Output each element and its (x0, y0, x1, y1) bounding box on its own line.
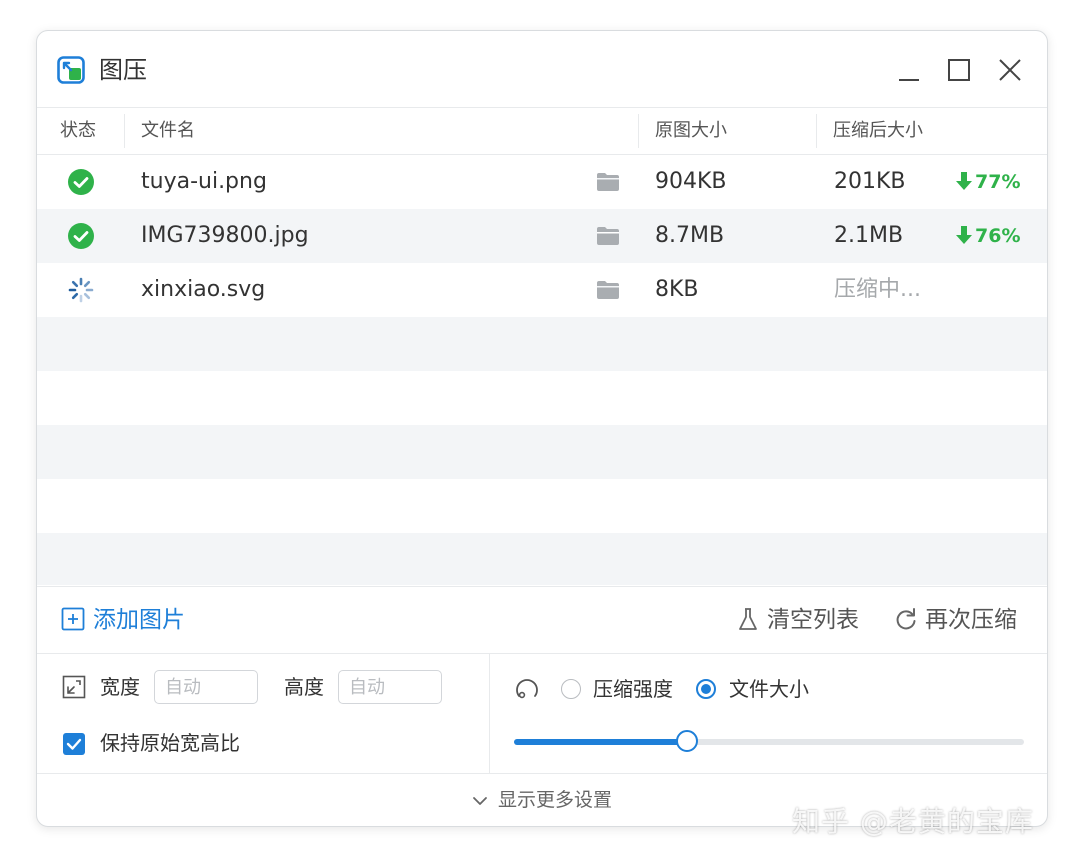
open-folder-icon[interactable] (596, 280, 620, 300)
empty-row (37, 317, 1047, 371)
table-header: 状态 文件名 原图大小 压缩后大小 (37, 108, 1047, 155)
column-divider (638, 114, 639, 148)
empty-row (37, 371, 1047, 425)
saving-indicator: 76% (955, 209, 1020, 263)
file-name: xinxiao.svg (141, 277, 266, 302)
title-bar: 图压 (37, 31, 1047, 108)
compression-slider[interactable] (514, 730, 1024, 752)
resize-icon (62, 675, 86, 703)
clear-list-label: 清空列表 (767, 607, 859, 633)
add-images-button[interactable]: 添加图片 (61, 603, 185, 637)
saving-indicator: 77% (955, 155, 1020, 209)
saving-percent: 77% (975, 171, 1021, 193)
mode-radio-filesize[interactable] (696, 679, 716, 699)
loading-spinner-icon (67, 276, 95, 304)
height-label: 高度 (284, 675, 324, 699)
recompress-label: 再次压缩 (925, 607, 1017, 633)
empty-row (37, 533, 1047, 585)
maximize-button[interactable] (942, 53, 976, 87)
action-bar: 添加图片 清空列表 再次压缩 (37, 586, 1047, 654)
add-images-label: 添加图片 (93, 607, 185, 633)
chevron-down-icon (473, 797, 487, 805)
open-folder-icon[interactable] (596, 226, 620, 246)
minimize-icon (899, 79, 919, 81)
original-size: 904KB (655, 169, 727, 194)
add-square-icon (61, 607, 85, 631)
file-name: IMG739800.jpg (141, 223, 309, 248)
recompress-button[interactable]: 再次压缩 (895, 603, 1017, 637)
original-size: 8.7MB (655, 223, 725, 248)
width-input[interactable] (154, 670, 258, 704)
column-header-status: 状态 (60, 120, 96, 141)
compressed-size: 201KB (834, 169, 906, 194)
column-divider (816, 114, 817, 148)
close-button[interactable] (993, 53, 1027, 87)
watermark: 知乎 @老黄的宝库 (792, 805, 1034, 838)
mode-label-filesize: 文件大小 (729, 677, 809, 701)
column-header-original-size: 原图大小 (655, 120, 727, 141)
close-icon (999, 59, 1021, 81)
table-row[interactable]: xinxiao.svg 8KB 压缩中... (37, 263, 1047, 317)
app-title: 图压 (99, 56, 147, 84)
original-size: 8KB (655, 277, 699, 302)
compressing-status: 压缩中... (834, 277, 921, 302)
app-logo-icon (57, 56, 85, 84)
panel-divider (489, 653, 490, 773)
success-check-icon (67, 168, 95, 196)
maximize-icon (948, 59, 970, 81)
broom-icon (739, 608, 757, 630)
empty-row (37, 479, 1047, 533)
checkmark-icon (66, 738, 82, 750)
minimize-button[interactable] (892, 53, 926, 87)
column-header-compressed-size: 压缩后大小 (833, 120, 923, 141)
compressed-size: 2.1MB (834, 223, 904, 248)
column-divider (124, 114, 125, 148)
file-list: tuya-ui.png 904KB 201KB 77% IMG739800.jp… (37, 155, 1047, 585)
open-folder-icon[interactable] (596, 172, 620, 192)
table-row[interactable]: tuya-ui.png 904KB 201KB 77% (37, 155, 1047, 209)
success-check-icon (67, 222, 95, 250)
settings-panel: 宽度 高度 保持原始宽高比 压缩强度 文件大小 (37, 653, 1047, 774)
slider-thumb[interactable] (676, 730, 699, 752)
keep-ratio-label: 保持原始宽高比 (100, 731, 240, 755)
mode-label-strength: 压缩强度 (593, 677, 673, 701)
show-more-settings-label: 显示更多设置 (497, 789, 612, 811)
gauge-icon (514, 675, 540, 705)
column-header-filename: 文件名 (141, 120, 195, 141)
width-label: 宽度 (100, 675, 140, 699)
table-row[interactable]: IMG739800.jpg 8.7MB 2.1MB 76% (37, 209, 1047, 263)
refresh-icon (896, 608, 916, 630)
clear-list-button[interactable]: 清空列表 (737, 603, 859, 637)
height-input[interactable] (338, 670, 442, 704)
slider-fill (514, 739, 688, 745)
file-name: tuya-ui.png (141, 169, 267, 194)
arrow-down-icon (956, 226, 972, 244)
keep-ratio-checkbox[interactable] (63, 733, 85, 755)
arrow-down-icon (956, 172, 972, 190)
saving-percent: 76% (975, 225, 1021, 247)
mode-radio-strength[interactable] (561, 679, 581, 699)
app-window: 图压 状态 文件名 原图大小 压缩后大小 tuya-ui.png 904KB 2… (36, 30, 1048, 827)
empty-row (37, 425, 1047, 479)
